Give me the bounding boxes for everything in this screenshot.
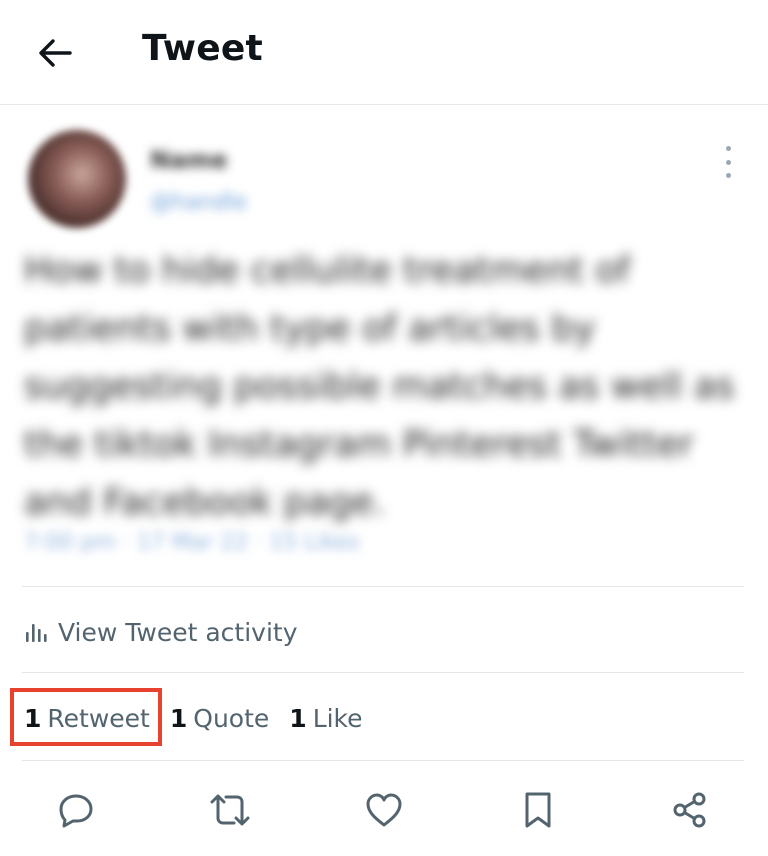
likes-stat[interactable]: 1 Like <box>289 704 362 733</box>
share-button[interactable] <box>666 786 714 834</box>
page-title: Tweet <box>142 28 263 69</box>
tweet-actions <box>0 780 768 840</box>
like-icon <box>366 793 402 827</box>
tweet-text: How to hide cellulite treatment of patie… <box>24 250 735 523</box>
back-button[interactable] <box>32 30 78 76</box>
more-vertical-icon <box>725 146 731 151</box>
reply-icon <box>59 794 93 828</box>
quote-label: Quote <box>193 703 270 733</box>
author-handle[interactable]: @handle <box>150 190 247 215</box>
like-label: Like <box>312 703 363 733</box>
view-activity-link[interactable]: View Tweet activity <box>24 612 298 652</box>
like-count: 1 <box>289 703 307 733</box>
divider <box>22 760 744 761</box>
quote-count: 1 <box>169 703 188 733</box>
author-name[interactable]: Name <box>150 146 228 174</box>
bookmark-button[interactable] <box>514 786 562 834</box>
tweet-timestamp: 7:00 pm · 17 Mar 22 · 15 Likes <box>24 530 360 555</box>
retweet-icon <box>210 794 250 826</box>
like-button[interactable] <box>360 786 408 834</box>
arrow-left-icon <box>39 39 72 67</box>
bar-chart-icon <box>26 624 47 642</box>
reply-button[interactable] <box>52 786 100 834</box>
share-icon <box>673 792 706 828</box>
view-activity-label: View Tweet activity <box>58 617 298 647</box>
bookmark-icon <box>525 792 551 828</box>
divider <box>22 586 744 587</box>
top-bar: Tweet <box>0 0 768 105</box>
retweet-button[interactable] <box>206 786 254 834</box>
highlight-box <box>10 688 162 746</box>
divider <box>22 672 744 673</box>
quotes-stat[interactable]: 1 Quote <box>170 704 269 733</box>
avatar[interactable] <box>28 130 126 228</box>
more-options-button[interactable] <box>716 146 740 178</box>
